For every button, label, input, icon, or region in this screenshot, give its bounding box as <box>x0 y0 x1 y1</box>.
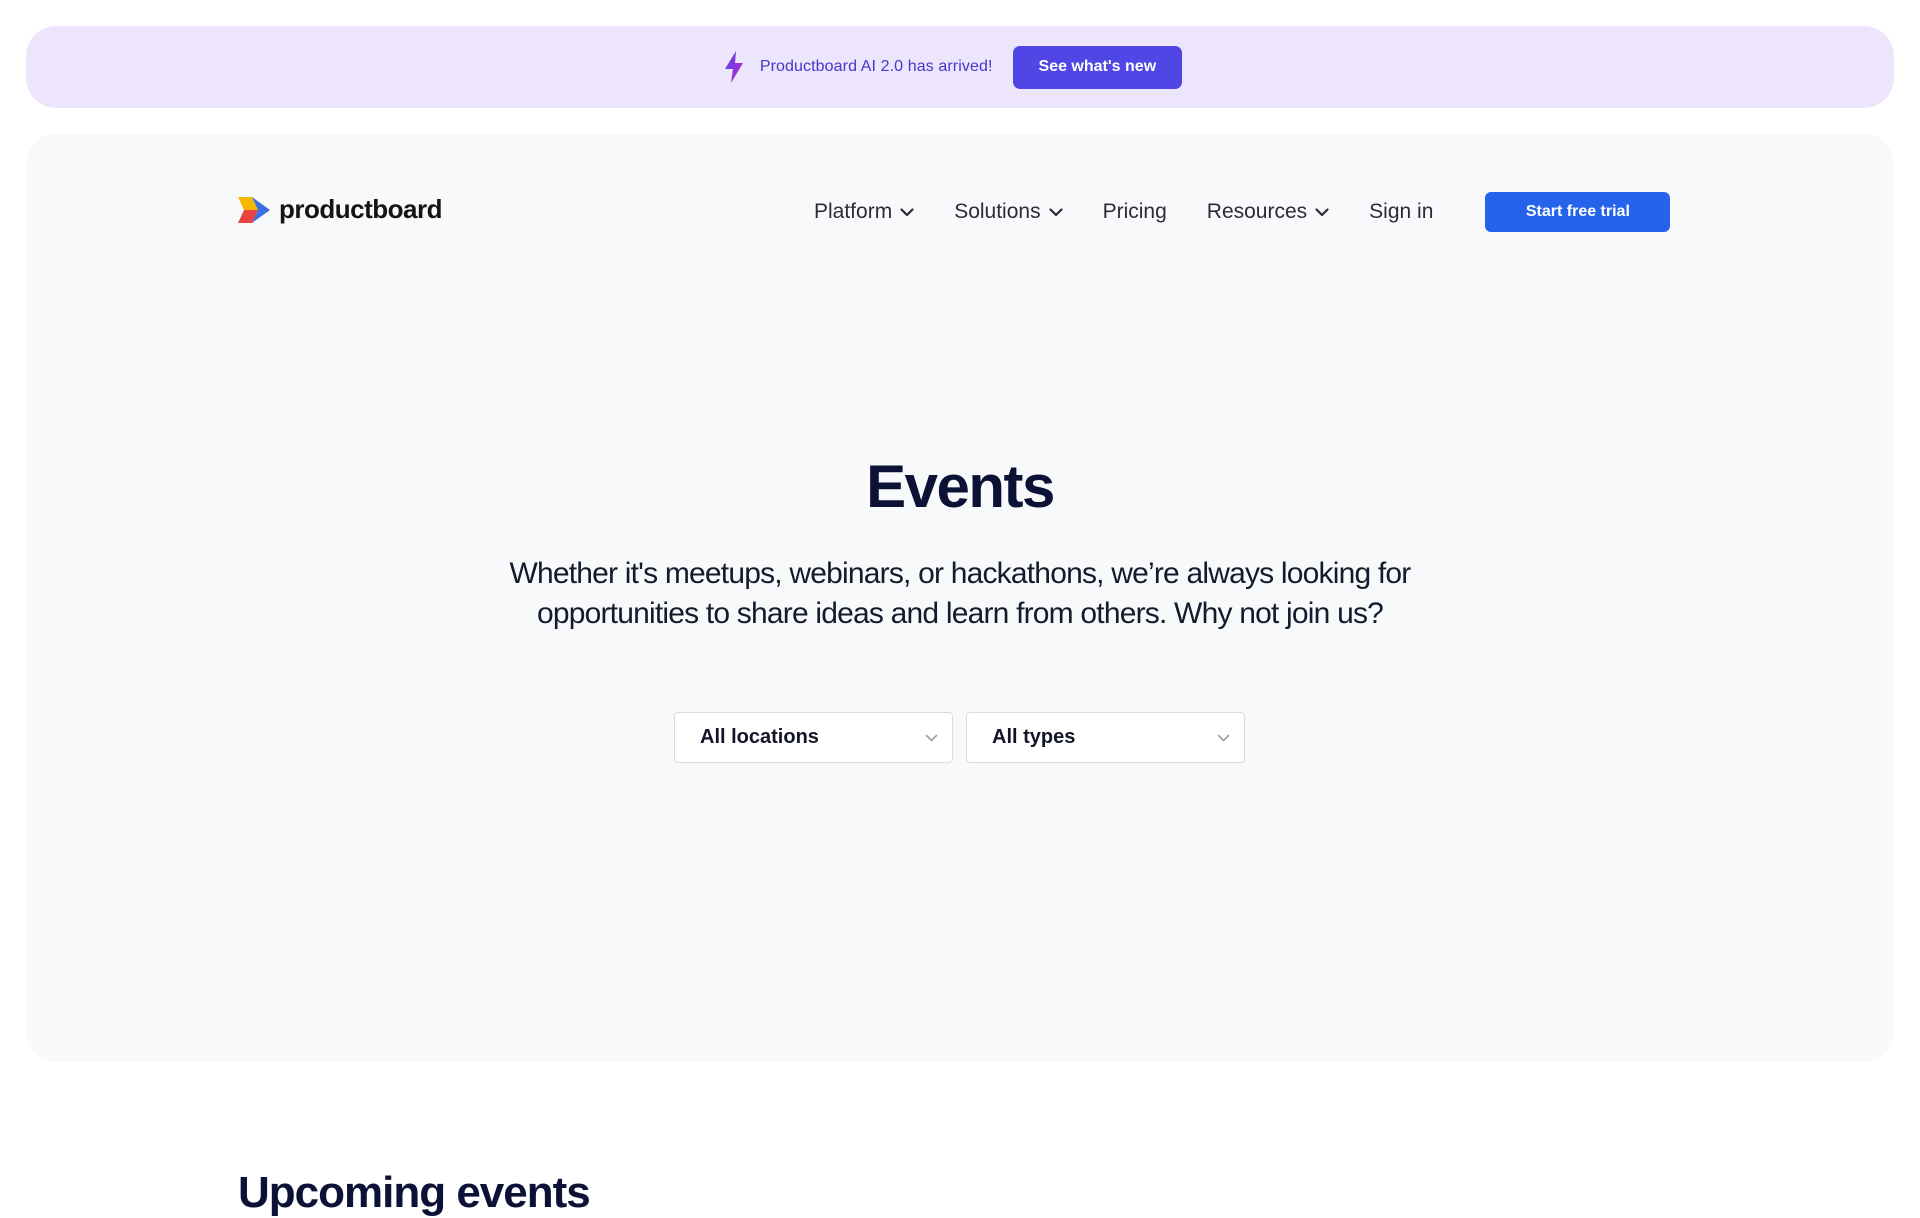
nav-pricing-label: Pricing <box>1102 200 1167 223</box>
type-filter-value: All types <box>992 726 1076 748</box>
chevron-down-icon <box>1217 734 1230 741</box>
chevron-down-icon <box>1315 207 1329 216</box>
chevron-down-icon <box>1048 207 1063 216</box>
nav-solutions-label: Solutions <box>954 200 1041 223</box>
nav-sign-in[interactable]: Sign in <box>1369 200 1433 224</box>
announcement-text: Productboard AI 2.0 has arrived! <box>759 58 993 75</box>
location-filter-value: All locations <box>700 726 819 748</box>
main-navigation: Platform Solutions Pricing Resources Sig… <box>814 190 1671 234</box>
logo-wordmark: productboard <box>279 194 443 224</box>
nav-pricing[interactable]: Pricing <box>1103 200 1167 224</box>
nav-sign-in-label: Sign in <box>1369 200 1434 223</box>
productboard-logo[interactable]: productboard <box>238 194 443 225</box>
page-subtitle: Whether it's meetups, webinars, or hacka… <box>509 557 1411 630</box>
chevron-down-icon <box>925 734 938 741</box>
announcement-banner: Productboard AI 2.0 has arrived! See wha… <box>26 26 1894 108</box>
type-filter-select[interactable]: All types <box>966 712 1245 763</box>
hero-section: productboard Platform Solutions Pricing … <box>26 134 1894 1062</box>
page-title: Events <box>866 453 1055 520</box>
see-whats-new-button[interactable]: See what's new <box>1012 45 1183 89</box>
upcoming-events-heading: Upcoming events <box>238 1168 591 1217</box>
nav-resources-label: Resources <box>1206 200 1308 223</box>
productboard-logo-icon <box>238 196 270 223</box>
event-filters: All locations All types <box>674 712 1245 763</box>
start-free-trial-button[interactable]: Start free trial <box>1485 192 1671 232</box>
announcement-content: Productboard AI 2.0 has arrived! See wha… <box>722 45 1183 89</box>
nav-platform[interactable]: Platform <box>814 200 914 224</box>
nav-solutions[interactable]: Solutions <box>954 200 1063 224</box>
nav-platform-label: Platform <box>814 200 893 223</box>
chevron-down-icon <box>900 207 914 216</box>
location-filter-select[interactable]: All locations <box>674 712 953 763</box>
nav-resources[interactable]: Resources <box>1207 200 1329 224</box>
lightning-bolt-icon <box>724 51 743 83</box>
